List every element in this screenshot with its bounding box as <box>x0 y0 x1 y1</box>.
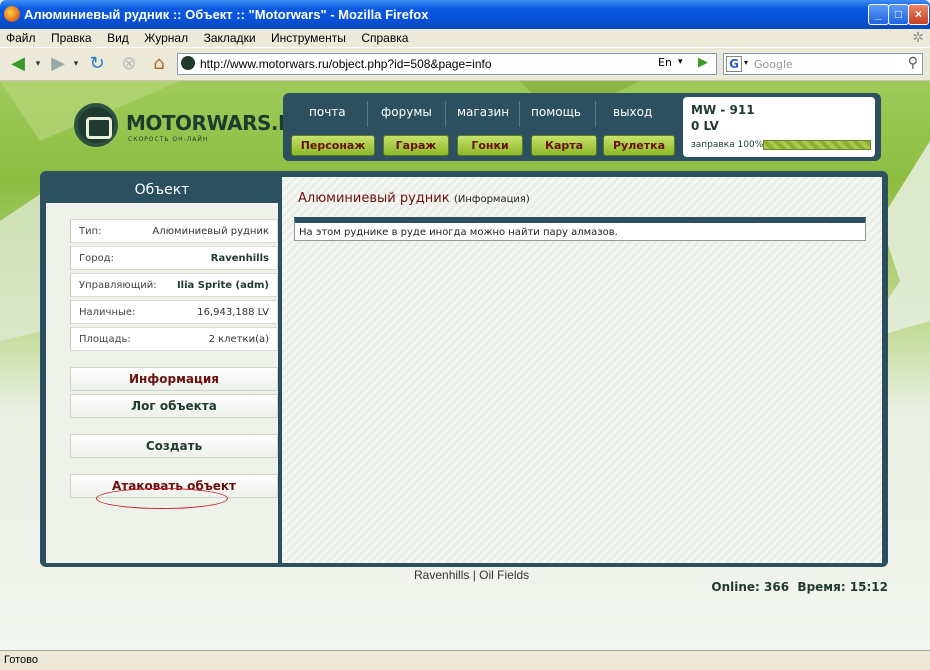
footer-separator: | <box>472 568 476 582</box>
nav-link-help[interactable]: помощь <box>531 105 581 119</box>
nav-button-races[interactable]: Гонки <box>457 135 523 156</box>
player-money: 0 LV <box>691 119 719 133</box>
url-dropdown-icon[interactable]: ▾ <box>678 57 683 67</box>
logo-subtitle: СКОРОСТЬ ОН-ЛАЙН <box>128 136 209 143</box>
nav-divider <box>519 101 520 127</box>
footer-links: Ravenhills | Oil Fields <box>414 568 529 582</box>
fuel-bar <box>763 140 871 150</box>
content-area: Алюминиевый рудник (Информация) На этом … <box>282 177 882 563</box>
site-logo[interactable]: MOTORWARS.RU СКОРОСТЬ ОН-ЛАЙН <box>74 103 309 149</box>
web-page: MOTORWARS.RU СКОРОСТЬ ОН-ЛАЙН почта фору… <box>0 81 930 650</box>
fuel-label: заправка 100% <box>691 140 764 150</box>
forward-dropdown-icon[interactable]: ▾ <box>72 53 80 77</box>
nav-button-map[interactable]: Карта <box>531 135 597 156</box>
player-name: MW - 911 <box>691 103 755 117</box>
nav-link-logout[interactable]: выход <box>613 105 652 119</box>
info-row-area: Площадь: 2 клетки(а) <box>70 327 278 351</box>
maximize-button[interactable]: □ <box>888 4 909 25</box>
info-row-type: Тип: Алюминиевый рудник <box>70 219 278 243</box>
nav-divider <box>367 101 368 127</box>
object-log-button[interactable]: Лог объекта <box>70 394 278 418</box>
nav-link-shop[interactable]: магазин <box>457 105 509 119</box>
player-status: MW - 911 0 LV заправка 100% <box>679 93 881 161</box>
throbber-icon: ✲ <box>912 30 924 46</box>
nav-link-forums[interactable]: форумы <box>381 105 432 119</box>
firefox-icon <box>4 6 20 22</box>
nav-button-roulette[interactable]: Рулетка <box>603 135 675 156</box>
info-key: Город: <box>79 253 114 264</box>
highlight-ellipse <box>96 488 228 509</box>
city-link[interactable]: Ravenhills <box>211 253 269 264</box>
info-value: 2 клетки(а) <box>208 334 269 345</box>
menu-bookmarks[interactable]: Закладки <box>198 29 262 45</box>
menu-help[interactable]: Справка <box>355 29 414 45</box>
info-button[interactable]: Информация <box>70 367 278 391</box>
forward-icon[interactable]: ▶ <box>44 53 72 77</box>
window-title: Алюминиевый рудник :: Объект :: "Motorwa… <box>24 7 429 22</box>
search-input[interactable]: Google <box>754 58 793 71</box>
info-key: Площадь: <box>79 334 131 345</box>
nav-button-character[interactable]: Персонаж <box>291 135 375 156</box>
online-status: Online: 366 Время: 15:12 <box>711 580 888 594</box>
nav-toolbar: ◀ ▾ ▶ ▾ ↻ ⊗ ⌂ http://www.motorwars.ru/ob… <box>0 49 930 81</box>
language-indicator: En <box>658 56 672 69</box>
nav-button-garage[interactable]: Гараж <box>383 135 449 156</box>
google-icon[interactable]: G <box>726 56 742 72</box>
search-engine-dropdown-icon[interactable]: ▾ <box>744 58 748 67</box>
create-button[interactable]: Создать <box>70 434 278 458</box>
manager-link[interactable]: Ilia Sprite (adm) <box>177 280 269 291</box>
object-panel-title: Объект <box>46 177 278 203</box>
browser-statusbar: Готово <box>0 650 930 670</box>
info-row-cash: Наличные: 16,943,188 LV <box>70 300 278 324</box>
reload-icon[interactable]: ↻ <box>84 53 110 77</box>
nav-link-mail[interactable]: почта <box>309 105 346 119</box>
info-key: Тип: <box>79 226 102 237</box>
description-box: На этом руднике в руде иногда можно найт… <box>294 217 866 241</box>
page-title: Алюминиевый рудник <box>298 191 450 206</box>
info-value: 16,943,188 LV <box>197 307 269 318</box>
status-text: Готово <box>4 654 38 666</box>
page-subtitle: (Информация) <box>454 194 530 205</box>
footer-link-ravenhills[interactable]: Ravenhills <box>414 568 469 582</box>
menu-edit[interactable]: Правка <box>45 29 98 45</box>
back-dropdown-icon[interactable]: ▾ <box>34 53 42 77</box>
home-icon[interactable]: ⌂ <box>146 53 172 77</box>
nav-divider <box>445 101 446 127</box>
search-icon[interactable]: ⚲ <box>908 55 918 71</box>
info-key: Управляющий: <box>79 280 157 291</box>
url-text[interactable]: http://www.motorwars.ru/object.php?id=50… <box>200 57 492 71</box>
logo-icon <box>74 103 118 147</box>
back-icon[interactable]: ◀ <box>4 53 32 77</box>
menu-file[interactable]: Файл <box>0 29 42 45</box>
info-key: Наличные: <box>79 307 136 318</box>
info-value: Алюминиевый рудник <box>152 226 269 237</box>
minimize-button[interactable]: _ <box>868 4 889 25</box>
menu-bar: Файл Правка Вид Журнал Закладки Инструме… <box>0 29 930 48</box>
search-box[interactable]: G ▾ Google ⚲ <box>723 53 923 75</box>
top-navigation: почта форумы магазин помощь выход Персон… <box>283 93 679 161</box>
stop-icon[interactable]: ⊗ <box>116 53 142 77</box>
footer-link-oil-fields[interactable]: Oil Fields <box>479 568 529 582</box>
site-favicon-icon <box>181 56 195 70</box>
logo-text: MOTORWARS.RU <box>126 111 309 135</box>
close-button[interactable]: × <box>908 4 929 25</box>
menu-tools[interactable]: Инструменты <box>265 29 352 45</box>
main-frame: Объект Тип: Алюминиевый рудник Город: Ra… <box>40 171 888 567</box>
info-row-manager: Управляющий: Ilia Sprite (adm) <box>70 273 278 297</box>
window-titlebar: Алюминиевый рудник :: Объект :: "Motorwa… <box>0 0 930 29</box>
address-bar[interactable]: http://www.motorwars.ru/object.php?id=50… <box>177 53 717 75</box>
menu-history[interactable]: Журнал <box>138 29 194 45</box>
description-text: На этом руднике в руде иногда можно найт… <box>299 227 618 238</box>
info-row-city: Город: Ravenhills <box>70 246 278 270</box>
nav-divider <box>595 101 596 127</box>
menu-view[interactable]: Вид <box>101 29 135 45</box>
go-icon[interactable]: ▶ <box>698 55 708 70</box>
